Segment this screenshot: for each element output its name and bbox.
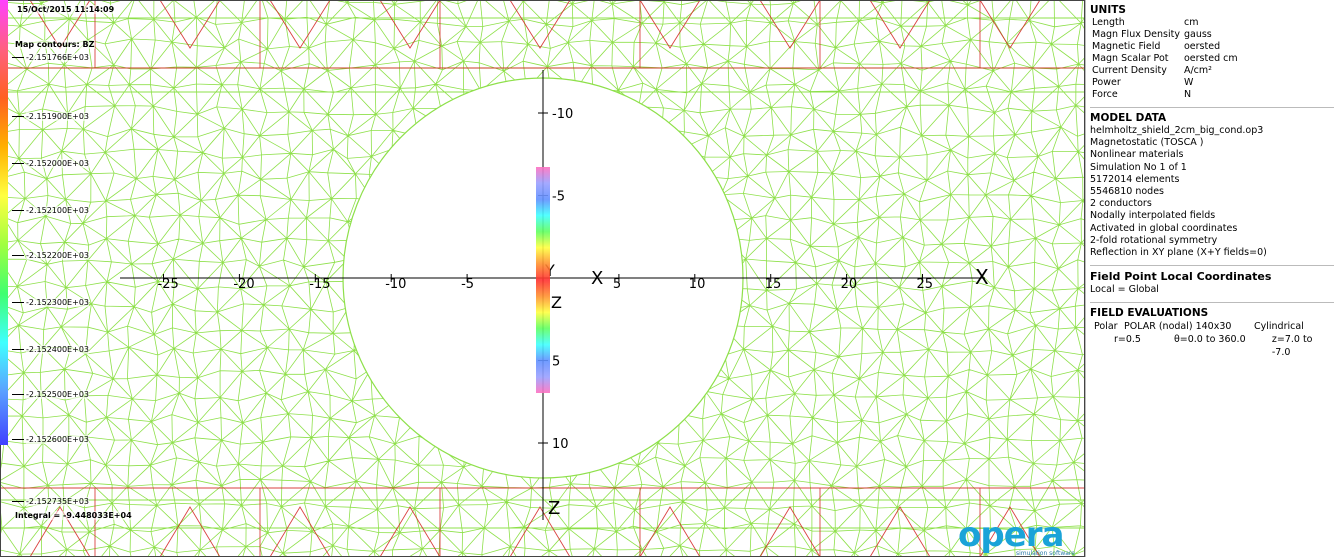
logo-subtitle: simulation software (1016, 550, 1075, 557)
model-data-line: Reflection in XY plane (X+Y fields=0) (1090, 247, 1267, 259)
y-axis-tick-label: 5 (552, 355, 560, 370)
eval-coords: Cylindrical (1254, 321, 1304, 333)
unit-quantity: Length (1092, 17, 1125, 28)
eval-radius: r=0.5 (1114, 334, 1141, 346)
x-axis-label: X (975, 265, 989, 289)
model-viewport[interactable]: -25-20-15-10-5510152025-10-5510XXYZZ 15/… (0, 0, 1085, 557)
model-data-line: 2 conductors (1090, 198, 1152, 210)
unit-value: N (1183, 89, 1192, 100)
x-axis-tick-label: -10 (385, 277, 406, 292)
contour-color-scale (0, 0, 8, 445)
eval-method: POLAR (nodal) 140x30 (1124, 321, 1232, 333)
unit-quantity: Power (1092, 77, 1121, 88)
unit-quantity: Magn Scalar Pot (1092, 53, 1169, 64)
y-axis-tick-label: -5 (552, 190, 565, 205)
model-data-line: 5546810 nodes (1090, 186, 1164, 198)
map-contours-title: Map contours: BZ (14, 40, 96, 49)
units-row: Magn Scalar Pot oersted cm (1092, 53, 1242, 65)
legend-label: -2.152000E+03 (12, 159, 89, 168)
mesh-canvas[interactable]: -25-20-15-10-5510152025-10-5510XXYZZ (0, 0, 1085, 557)
x-axis-tick-label: 25 (917, 277, 934, 292)
model-data-section: MODEL DATA helmholtz_shield_2cm_big_cond… (1090, 108, 1334, 267)
units-row: Force N (1092, 89, 1242, 101)
x-axis-tick-label: 15 (765, 277, 782, 292)
model-data-line: Nodally interpolated fields (1090, 210, 1216, 222)
evaluation-row: Polar POLAR (nodal) 140x30 Cylindrical (1090, 320, 1334, 333)
model-data-line: Nonlinear materials (1090, 149, 1184, 161)
eval-theta: θ=0.0 to 360.0 (1173, 334, 1246, 346)
local-coords-section: Field Point Local Coordinates Local = Gl… (1090, 266, 1334, 304)
legend-label: -2.152200E+03 (12, 251, 89, 260)
opera-logo: opera simulation software (958, 515, 1075, 557)
model-data-line: Activated in global coordinates (1090, 222, 1238, 234)
x-axis-label-center: X (591, 268, 603, 289)
x-axis-tick-label: -15 (309, 277, 330, 292)
units-row: Magn Flux Density gauss (1092, 29, 1242, 41)
legend-label: -2.151766E+03 (12, 53, 89, 62)
local-coords-title: Field Point Local Coordinates (1090, 270, 1272, 284)
y-axis-tick-label: -10 (552, 107, 573, 122)
unit-value: oersted cm (1183, 53, 1238, 64)
units-title: UNITS (1090, 4, 1126, 16)
units-row: Power W (1092, 77, 1242, 89)
field-evaluations-section: FIELD EVALUATIONS Polar POLAR (nodal) 14… (1090, 303, 1334, 365)
x-axis-tick-label: -20 (233, 277, 254, 292)
timestamp: 15/Oct/2015 11:14:09 (16, 5, 116, 14)
integral-value: Integral = -9.448033E+04 (14, 511, 133, 520)
legend-label: -2.152500E+03 (12, 390, 89, 399)
evaluation-range-row: r=0.5 θ=0.0 to 360.0 z=7.0 to -7.0 (1090, 333, 1334, 359)
x-axis-tick-label: -5 (461, 277, 474, 292)
units-row: Length cm (1092, 17, 1242, 29)
unit-value: gauss (1183, 29, 1212, 40)
model-data-title: MODEL DATA (1090, 112, 1167, 124)
legend-label: -2.152600E+03 (12, 435, 89, 444)
units-row: Current Density A/cm² (1092, 65, 1242, 77)
x-axis-tick-label: 20 (841, 277, 858, 292)
logo-wordmark: opera (958, 515, 1064, 555)
legend-label: -2.151900E+03 (12, 112, 89, 121)
unit-quantity: Current Density (1092, 65, 1167, 76)
model-data-line: 2-fold rotational symmetry (1090, 234, 1218, 246)
legend-label: -2.152300E+03 (12, 298, 89, 307)
x-axis-tick-label: 10 (689, 277, 706, 292)
field-evaluation-strip (536, 167, 550, 393)
model-data-line: 5172014 elements (1090, 173, 1180, 185)
eval-z: z=7.0 to -7.0 (1271, 334, 1313, 359)
unit-quantity: Magn Flux Density (1092, 29, 1180, 40)
unit-value: oersted (1183, 41, 1221, 52)
units-table: Length cm Magn Flux Density gauss Magnetic F… (1092, 17, 1242, 101)
legend-label: -2.152400E+03 (12, 345, 89, 354)
info-panel: UNITS Length cm Magn Flux Density gauss Magn… (1085, 0, 1338, 557)
model-data-line: helmholtz_shield_2cm_big_cond.op3 (1090, 125, 1264, 136)
units-section: UNITS Length cm Magn Flux Density gauss Magn… (1090, 0, 1334, 108)
unit-quantity: Magnetic Field (1092, 41, 1161, 52)
x-axis-tick-label: -25 (158, 277, 179, 292)
x-axis-tick-label: 5 (613, 277, 621, 292)
z-axis-label-center: Z (551, 293, 562, 312)
legend-label: -2.152100E+03 (12, 206, 89, 215)
model-data-line: Magnetostatic (TOSCA ) (1090, 137, 1204, 149)
y-axis-tick-label: 10 (552, 437, 569, 452)
eval-name: Polar (1094, 321, 1118, 333)
z-axis-label: Z (548, 498, 560, 519)
unit-value: W (1183, 77, 1194, 88)
unit-value: A/cm² (1183, 65, 1212, 76)
legend-label: -2.152735E+03 (12, 497, 89, 506)
model-data-line: Simulation No 1 of 1 (1090, 161, 1187, 173)
unit-value: cm (1183, 17, 1199, 28)
unit-quantity: Force (1092, 89, 1118, 100)
local-coords-value: Local = Global (1090, 284, 1159, 296)
units-row: Magnetic Field oersted (1092, 41, 1242, 53)
field-evaluations-title: FIELD EVALUATIONS (1090, 307, 1209, 320)
